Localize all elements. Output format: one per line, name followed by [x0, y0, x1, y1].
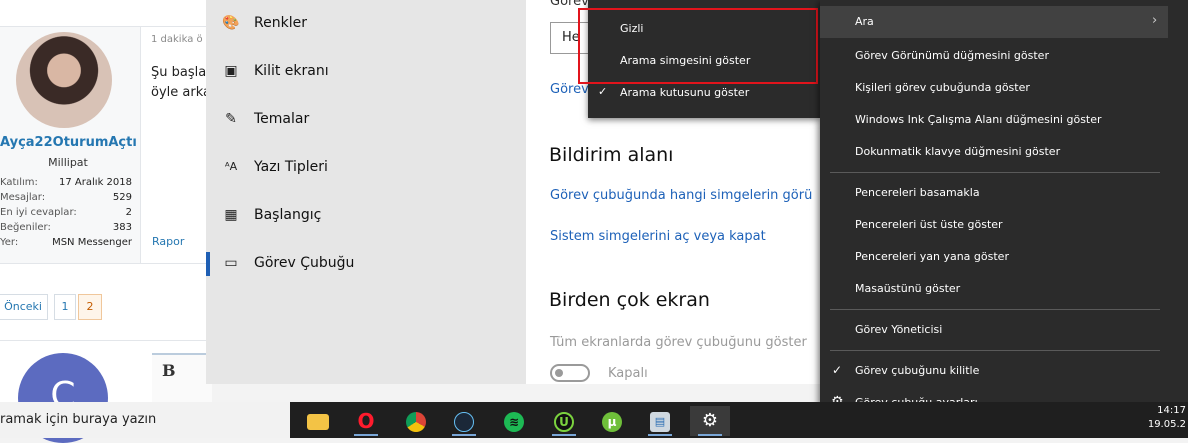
nav-item-label: Temalar	[254, 111, 310, 127]
clock-time: 14:17	[1157, 405, 1186, 416]
menu-item-task-manager[interactable]: Görev Yöneticisi	[820, 314, 1168, 346]
nav-item-yazi-tipleri[interactable]: ᴬA Yazı Tipleri	[206, 148, 526, 188]
nav-item-label: Yazı Tipleri	[254, 159, 328, 175]
menu-item-windows-ink[interactable]: Windows Ink Çalışma Alanı düğmesini göst…	[820, 104, 1168, 136]
page-1-link[interactable]: 1	[54, 294, 76, 320]
user-stat: Mesajlar: 529	[0, 192, 132, 203]
menu-separator	[830, 350, 1160, 351]
taskbar-search-box[interactable]: ramak için buraya yazın	[0, 402, 290, 438]
forum-post: Ayça22OturumAçtı Millipat Katılım: 17 Ara…	[0, 26, 211, 264]
avatar[interactable]	[16, 32, 112, 128]
chrome-icon[interactable]	[396, 406, 436, 436]
checkmark-icon: ✓	[598, 85, 608, 98]
chevron-right-icon: ›	[1152, 13, 1158, 28]
post-time[interactable]: 1 dakika ö	[151, 34, 203, 45]
prev-page-button[interactable]: Önceki	[0, 294, 48, 320]
themes-icon: ✎	[225, 111, 237, 127]
nav-item-label: Görev Çubuğu	[254, 255, 355, 271]
settings-sidebar: 🎨 Renkler ▣ Kilit ekranı ✎ Temalar ᴬA Ya…	[206, 0, 527, 384]
active-indicator	[206, 252, 210, 276]
taskbar-icon: ▭	[224, 255, 238, 271]
notification-area-heading: Bildirim alanı	[549, 144, 674, 166]
toggle-state-label: Kapalı	[608, 366, 648, 381]
opera-icon[interactable]: O	[346, 406, 386, 436]
clock-date: 19.05.2	[1147, 419, 1186, 430]
multiple-displays-heading: Birden çok ekran	[549, 289, 710, 311]
user-stat: En iyi cevaplar: 2	[0, 207, 132, 218]
nav-item-renkler[interactable]: 🎨 Renkler	[206, 4, 526, 44]
menu-item-touch-keyboard[interactable]: Dokunmatik klavye düğmesini göster	[820, 136, 1168, 168]
bold-button[interactable]: B	[162, 361, 176, 380]
system-clock[interactable]: 14:17 19.05.2	[1148, 404, 1186, 432]
task-manager-icon[interactable]: ▤	[640, 406, 680, 436]
start-icon: ▦	[224, 207, 238, 223]
menu-item-lock-taskbar[interactable]: ✓ Görev çubuğunu kilitle	[820, 355, 1168, 387]
taskbar-help-link[interactable]: Görev	[550, 82, 589, 97]
search-placeholder: ramak için buraya yazın	[0, 412, 157, 427]
utorrent-icon[interactable]: µ	[592, 406, 632, 436]
system-icons-link[interactable]: Sistem simgelerini aç veya kapat	[550, 229, 766, 244]
spotify-icon[interactable]: ≋	[494, 406, 534, 436]
steam-icon[interactable]	[444, 406, 484, 436]
menu-item-side-by-side[interactable]: Pencereleri yan yana göster	[820, 241, 1168, 273]
post-text-line: Şu başla	[151, 65, 207, 80]
nav-item-label: Başlangıç	[254, 207, 322, 223]
file-explorer-icon[interactable]	[298, 406, 338, 436]
show-on-all-displays-label: Tüm ekranlarda görev çubuğunu göster	[550, 335, 807, 350]
menu-item-stack[interactable]: Pencereleri üst üste göster	[820, 209, 1168, 241]
menu-item-people[interactable]: Kişileri görev çubuğunda göster	[820, 72, 1168, 104]
username[interactable]: Ayça22OturumAçtı	[0, 135, 137, 150]
menu-separator	[830, 309, 1160, 310]
menu-item-task-view[interactable]: Görev Görünümü düğmesini göster	[820, 40, 1168, 72]
fonts-icon: ᴬA	[224, 160, 238, 173]
user-stat: Katılım: 17 Aralık 2018	[0, 177, 132, 188]
checkmark-icon: ✓	[832, 363, 843, 377]
taskbar-context-menu: Ara › Görev Görünümü düğmesini göster Ki…	[820, 0, 1188, 426]
utorrent-web-icon[interactable]: U	[544, 406, 584, 436]
report-link[interactable]: Rapor	[152, 235, 184, 248]
nav-item-gorev-cubugu[interactable]: ▭ Görev Çubuğu	[206, 244, 526, 284]
select-taskbar-icons-link[interactable]: Görev çubuğunda hangi simgelerin görü	[550, 188, 812, 203]
nav-item-kilit-ekrani[interactable]: ▣ Kilit ekranı	[206, 52, 526, 92]
annotation-highlight-box	[578, 8, 818, 84]
forum-page: Ayça22OturumAçtı Millipat Katılım: 17 Ara…	[0, 0, 212, 443]
settings-icon[interactable]: ⚙	[690, 406, 730, 436]
nav-item-label: Renkler	[254, 15, 307, 31]
menu-separator	[830, 172, 1160, 173]
menu-item-ara[interactable]: Ara ›	[820, 6, 1168, 38]
user-panel: Ayça22OturumAçtı Millipat Katılım: 17 Ara…	[0, 27, 141, 263]
user-stat: Yer: MSN Messenger	[0, 237, 132, 248]
nav-item-temalar[interactable]: ✎ Temalar	[206, 100, 526, 140]
user-stat: Beğeniler: 383	[0, 222, 132, 233]
nav-item-baslangic[interactable]: ▦ Başlangıç	[206, 196, 526, 236]
post-text-line: öyle arka	[151, 85, 211, 100]
reply-post: C B	[0, 340, 212, 443]
show-on-all-displays-toggle[interactable]	[550, 364, 590, 382]
reply-editor[interactable]: B	[152, 353, 212, 405]
page-2-current[interactable]: 2	[78, 294, 102, 320]
menu-item-show-desktop[interactable]: Masaüstünü göster	[820, 273, 1168, 305]
lock-screen-icon: ▣	[224, 63, 238, 79]
menu-item-cascade[interactable]: Pencereleri basamakla	[820, 177, 1168, 209]
user-title: Millipat	[48, 156, 88, 169]
palette-icon: 🎨	[222, 15, 240, 31]
taskbar: ramak için buraya yazın O ≋ U µ ▤ ⚙ 14:1…	[0, 402, 1188, 438]
nav-item-label: Kilit ekranı	[254, 63, 329, 79]
